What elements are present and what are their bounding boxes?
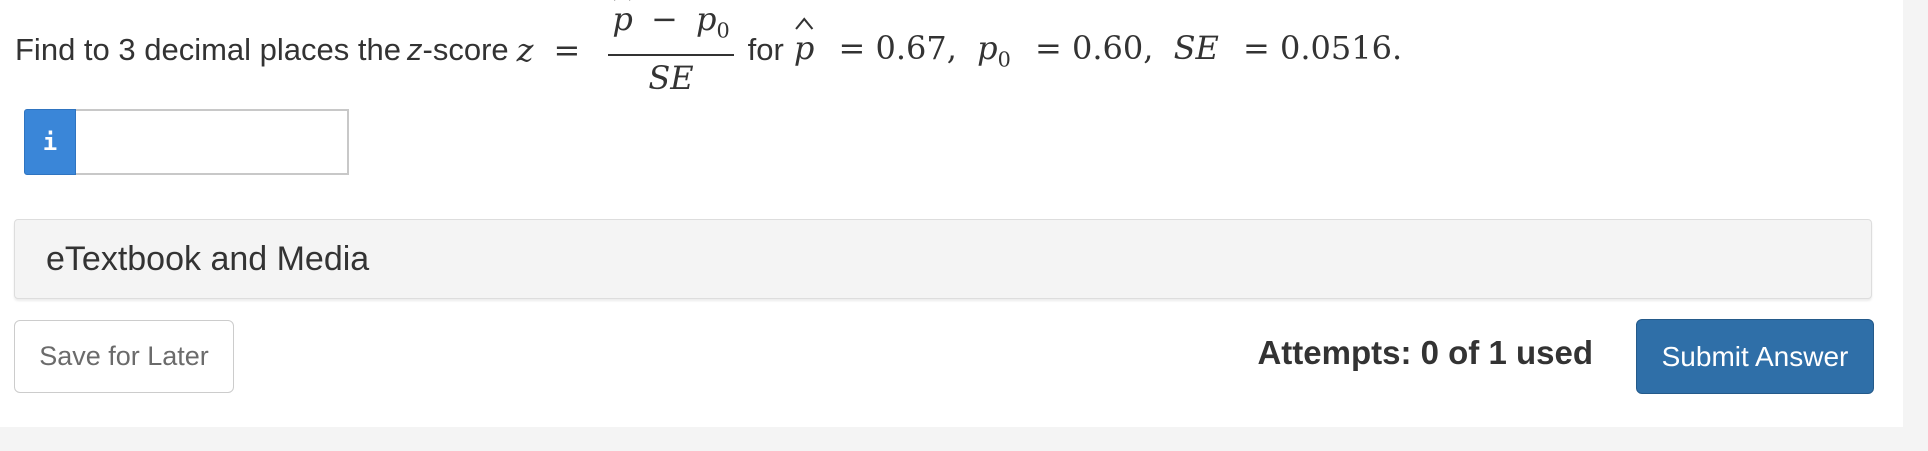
question-text: Find to 3 decimal places the z -score z … [15,0,1402,100]
question-panel: Find to 3 decimal places the z -score z … [0,0,1903,427]
p-hat-value: = 0.67, [838,28,957,67]
hat-accent-icon [613,0,632,1]
question-prefix: Find to 3 decimal places the [15,32,401,67]
etextbook-and-media-panel[interactable]: eTextbook and Media [14,219,1872,299]
fraction-minus: − [650,0,678,39]
info-icon-glyph: i [42,128,58,156]
p0-subscript: 0 [716,18,730,43]
given-values: p = 0.67, p0 = 0.60, SE = 0.0516. [794,17,1403,72]
p0-given: p [977,28,998,67]
question-z-italic: z [407,32,423,67]
fraction-numerator: p − p0 [608,0,734,56]
etextbook-label: eTextbook and Media [46,239,370,278]
hat-accent-icon [795,17,814,30]
math-z-symbol: z [516,31,534,69]
se-value: = 0.0516. [1243,28,1403,67]
z-fraction: p − p0 SE [608,0,734,97]
save-for-later-button[interactable]: Save for Later [14,320,234,393]
p0-given-subscript: 0 [997,47,1011,72]
submit-answer-button[interactable]: Submit Answer [1636,319,1874,394]
p-hat-given: p [794,17,814,67]
answer-input[interactable] [76,109,349,175]
info-icon[interactable]: i [24,109,76,175]
question-for: for [747,32,784,67]
math-equals: = [553,31,581,69]
fraction-denominator: SE [648,58,694,97]
p0-value: = 0.60, [1034,28,1154,67]
attempts-counter: Attempts: 0 of 1 used [1257,334,1593,371]
question-score-suffix: -score [422,32,509,67]
p0-symbol: p [695,0,717,39]
se-given: SE [1173,28,1219,67]
p-hat-symbol: p [612,0,633,38]
answer-row: i [24,109,349,175]
